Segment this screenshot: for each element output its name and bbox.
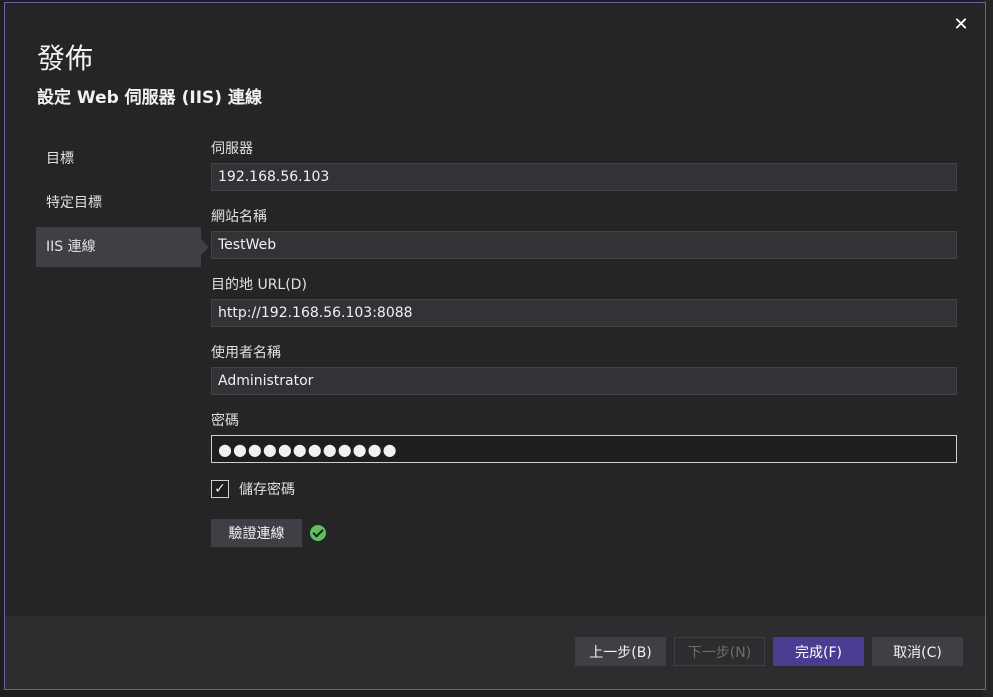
close-icon[interactable]: ✕ [949,13,973,37]
dialog-footer: 上一步(B) 下一步(N) 完成(F) 取消(C) [5,616,985,689]
validate-row: 驗證連線 [211,519,959,547]
site-name-input[interactable] [211,231,957,259]
success-check-icon [310,525,326,541]
dialog-subtitle: 設定 Web 伺服器 (IIS) 連線 [37,88,262,108]
site-name-label: 網站名稱 [211,209,267,225]
publish-dialog: ✕ 發佈 設定 Web 伺服器 (IIS) 連線 目標 特定目標 IIS 連線 … [4,2,986,690]
destination-url-label: 目的地 URL(D) [211,277,307,293]
footer-buttons: 上一步(B) 下一步(N) 完成(F) 取消(C) [575,637,963,666]
nav-item-specific-target[interactable]: 特定目標 [36,183,201,223]
connection-form: 伺服器 網站名稱 目的地 URL(D) 使用者名稱 密碼 ✓ 儲存密碼 驗證連線 [211,139,959,547]
cancel-button[interactable]: 取消(C) [872,637,963,666]
validate-connection-button[interactable]: 驗證連線 [211,519,302,547]
password-input[interactable] [211,435,957,463]
dialog-title: 發佈 [37,42,94,75]
finish-button[interactable]: 完成(F) [773,637,864,666]
next-button[interactable]: 下一步(N) [674,637,765,666]
username-input[interactable] [211,367,957,395]
nav-item-iis-connection[interactable]: IIS 連線 [36,227,209,267]
server-label: 伺服器 [211,141,253,157]
password-label: 密碼 [211,413,239,429]
destination-url-input[interactable] [211,299,957,327]
save-password-label: 儲存密碼 [239,482,295,498]
nav-item-target[interactable]: 目標 [36,139,201,179]
server-input[interactable] [211,163,957,191]
save-password-checkbox[interactable]: ✓ [211,480,229,498]
save-password-row: ✓ 儲存密碼 [211,477,959,501]
username-label: 使用者名稱 [211,345,281,361]
previous-button[interactable]: 上一步(B) [575,637,666,666]
wizard-nav: 目標 特定目標 IIS 連線 [36,139,209,271]
